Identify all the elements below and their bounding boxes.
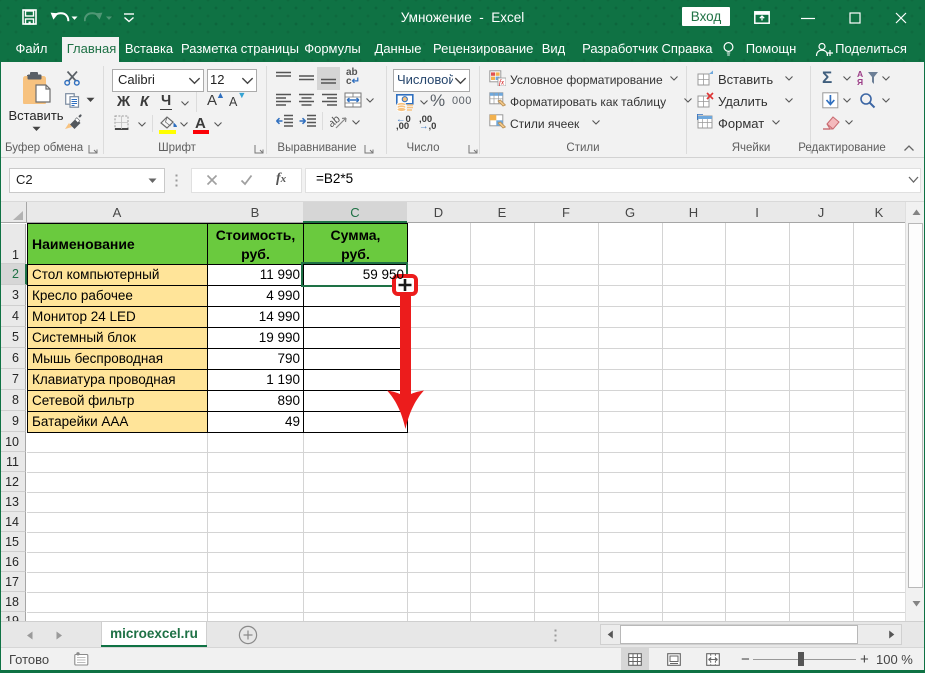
svg-text:fx: fx	[499, 79, 505, 87]
